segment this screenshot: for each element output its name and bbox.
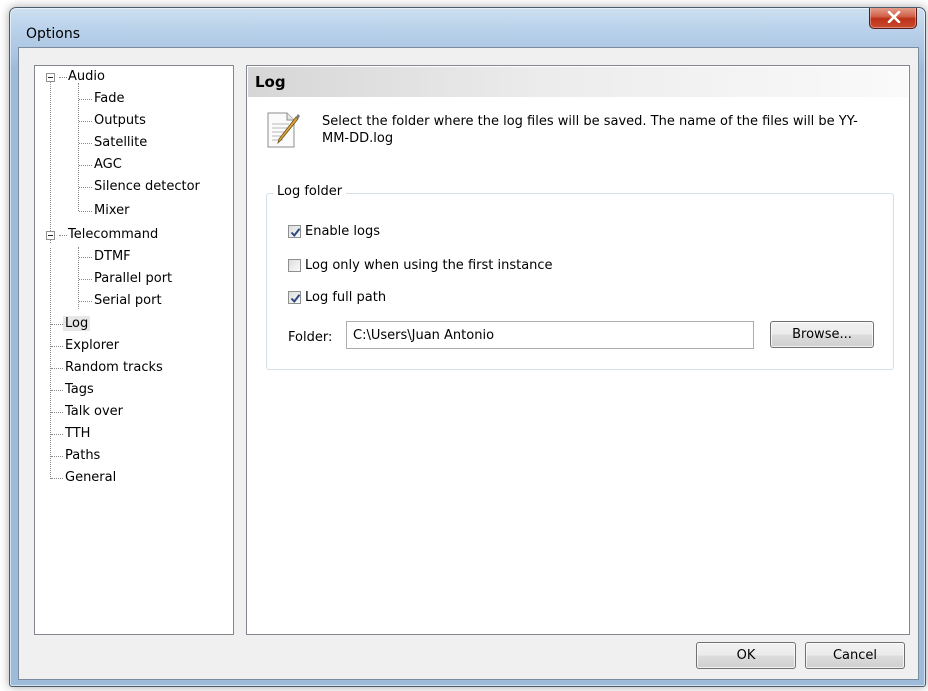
tree-item-label: General [65,470,117,485]
checkbox-label: Enable logs [305,223,381,239]
tree-connector [51,456,63,457]
tree-connector [51,478,63,479]
tree-connector [51,390,63,391]
tree-item-satellite[interactable]: Satellite [92,133,149,153]
tree-connector [51,434,63,435]
tree-connector [50,248,51,479]
checkbox-box[interactable] [288,290,301,304]
checkbox-label: Log only when using the first instance [305,257,553,273]
collapse-audio-icon[interactable] [46,73,55,82]
tree-connector [78,83,79,211]
tree-connector [79,257,92,258]
tree-connector [79,99,92,100]
tree-item-label: Mixer [94,203,130,218]
group-legend: Log folder [273,184,347,199]
tree-item-fade[interactable]: Fade [92,89,127,109]
tree-connector [51,324,63,325]
first-instance-checkbox[interactable]: Log only when using the first instance [288,255,553,275]
tree-item-label: Paths [65,448,101,463]
tree-item-label: Random tracks [65,360,163,375]
tree-item-label: Satellite [94,135,148,150]
tree-item-label: Explorer [65,338,120,353]
tree-connector [79,143,92,144]
tree-item-label: Outputs [94,113,146,128]
tree-connector [51,368,63,369]
panel-description: Select the folder where the log files wi… [322,114,858,146]
tree-item-tth[interactable]: TTH [63,424,92,444]
tree-item-label: DTMF [94,249,131,264]
checkmark-icon [290,293,301,303]
tree-item-silence-detector[interactable]: Silence detector [92,177,202,197]
tree-item-talk-over[interactable]: Talk over [63,402,125,422]
tree-item-label: Telecommand [68,227,159,242]
tree-item-mixer[interactable]: Mixer [92,201,131,221]
checkbox-box[interactable] [288,224,301,238]
tree-item-explorer[interactable]: Explorer [63,336,121,356]
checkbox-box[interactable] [288,258,301,272]
notepad-pen-icon [267,112,300,148]
dialog-client-area: Audio Fade Outputs Satellite AGC Silence… [18,47,919,680]
folder-label: Folder: [288,330,333,345]
tree-item-audio[interactable]: Audio [66,67,107,87]
tree-item-paths[interactable]: Paths [63,446,102,466]
tree-item-general[interactable]: General [63,468,118,488]
tree-item-label: AGC [94,157,122,172]
tree-item-label: Tags [65,382,94,397]
tree-item-label: Silence detector [94,179,200,194]
close-icon [887,11,901,23]
tree-item-tags[interactable]: Tags [63,380,96,400]
page-title: Log [255,73,286,91]
tree-connector [51,346,63,347]
tree-item-label: Log [63,316,91,331]
tree-connector [79,211,92,212]
close-button[interactable] [869,8,917,29]
options-window: Options Audio Fade Outputs Satellite AGC… [9,7,926,687]
log-full-path-checkbox[interactable]: Log full path [288,287,386,307]
tree-item-agc[interactable]: AGC [92,155,124,175]
tree-connector [79,279,92,280]
tree-item-parallel-port[interactable]: Parallel port [92,269,174,289]
log-folder-group: Log folder Enable logs Log only when usi… [266,184,894,370]
enable-logs-checkbox[interactable]: Enable logs [288,221,380,241]
tree-connector [79,121,92,122]
tree-item-serial-port[interactable]: Serial port [92,291,164,311]
tree-connector [50,82,51,243]
tree-connector [51,412,63,413]
collapse-telecommand-icon[interactable] [46,231,55,240]
tree-item-label: TTH [65,426,91,441]
tree-connector [79,165,92,166]
tree-item-log[interactable]: Log [63,314,91,334]
panel-header: Log [248,67,908,97]
tree-item-telecommand[interactable]: Telecommand [66,225,160,245]
tree-item-label: Talk over [65,404,124,419]
tree-item-outputs[interactable]: Outputs [92,111,148,131]
tree-connector [79,301,92,302]
title-bar[interactable]: Options [10,8,925,48]
ok-button[interactable]: OK [696,642,796,669]
tree-item-random-tracks[interactable]: Random tracks [63,358,165,378]
window-title: Options [26,26,81,42]
tree-item-label: Serial port [94,293,162,308]
tree-item-label: Parallel port [94,271,173,286]
folder-path-input[interactable] [346,321,754,349]
options-tree[interactable]: Audio Fade Outputs Satellite AGC Silence… [34,65,234,635]
tree-item-label: Fade [94,91,125,106]
tree-connector [79,187,92,188]
browse-button[interactable]: Browse... [770,321,874,348]
tree-item-dtmf[interactable]: DTMF [92,247,133,267]
log-settings-panel: Log Select the folder where the log file… [246,65,910,635]
tree-item-label: Audio [68,69,105,84]
checkmark-icon [290,227,301,237]
cancel-button[interactable]: Cancel [805,642,905,669]
checkbox-label: Log full path [305,289,387,305]
